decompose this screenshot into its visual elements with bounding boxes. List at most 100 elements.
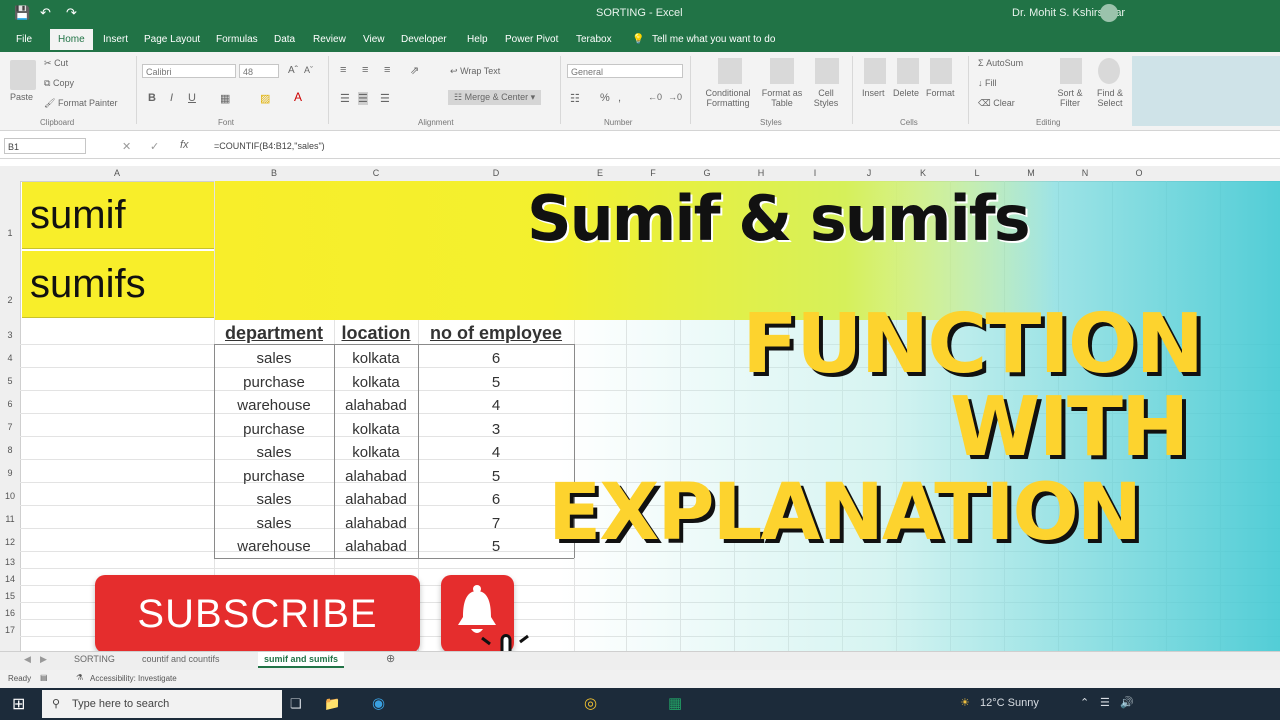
edge-icon[interactable]: ◉ — [372, 694, 385, 712]
tab-developer[interactable]: Developer — [401, 34, 447, 45]
row-header[interactable]: 10 — [0, 491, 20, 501]
merge-center-button[interactable]: ☷ Merge & Center ▾ — [448, 90, 542, 105]
function-icon[interactable]: fx — [180, 139, 189, 151]
row-header[interactable]: 7 — [0, 422, 20, 432]
format-as-table-icon[interactable] — [770, 58, 794, 84]
add-sheet-icon[interactable]: ⊕ — [386, 652, 395, 665]
tab-file[interactable]: File — [16, 34, 32, 45]
align-right-icon[interactable]: ☰ — [380, 92, 390, 105]
row-header[interactable]: 5 — [0, 376, 20, 386]
format-painter-button[interactable]: 🖌 Format Painter — [44, 98, 117, 109]
excel-icon[interactable]: ▦ — [668, 694, 682, 712]
borders-icon[interactable]: ▦ — [220, 92, 230, 105]
table-cell[interactable]: warehouse — [214, 394, 334, 417]
delete-cells-button[interactable]: Delete — [893, 88, 919, 98]
prev-sheet-icon[interactable]: ◀ — [24, 654, 31, 665]
table-header[interactable]: no of employee — [418, 321, 574, 345]
subscribe-button[interactable]: SUBSCRIBE — [95, 575, 420, 653]
save-icon[interactable]: 💾 — [14, 5, 30, 21]
align-bottom-icon[interactable]: ≡ — [384, 64, 390, 76]
row-header[interactable]: 2 — [0, 295, 20, 305]
fill-color-icon[interactable]: ▨ — [260, 92, 270, 105]
number-format-select[interactable]: General — [567, 64, 683, 78]
table-cell[interactable]: sales — [214, 488, 334, 511]
find-select-button[interactable]: Find & Select — [1090, 88, 1130, 108]
insert-cells-button[interactable]: Insert — [862, 88, 885, 98]
row-header[interactable]: 3 — [0, 330, 20, 340]
table-cell[interactable]: alahabad — [334, 488, 418, 511]
file-explorer-icon[interactable]: 📁 — [324, 696, 340, 712]
autosum-button[interactable]: Σ AutoSum — [978, 58, 1023, 68]
decrease-font-icon[interactable]: Aˇ — [304, 65, 313, 75]
column-header[interactable]: B — [214, 168, 334, 178]
add-ins-panel[interactable] — [1132, 56, 1280, 126]
tray-up-icon[interactable]: ⌃ — [1080, 696, 1089, 709]
table-cell[interactable]: kolkata — [334, 347, 418, 370]
enter-icon[interactable]: ✓ — [150, 140, 159, 153]
formula-input[interactable]: =COUNTIF(B4:B12,"sales") — [214, 141, 325, 151]
sheet-tab-sumif[interactable]: sumif and sumifs — [258, 652, 345, 668]
macro-icon[interactable]: ▤ — [40, 673, 48, 682]
tab-power-pivot[interactable]: Power Pivot — [505, 34, 558, 45]
tab-review[interactable]: Review — [313, 34, 346, 45]
increase-font-icon[interactable]: Aˆ — [288, 65, 298, 76]
column-header[interactable]: M — [1004, 168, 1058, 178]
bold-button[interactable]: B — [148, 92, 156, 104]
windows-start-icon[interactable]: ⊞ — [12, 694, 25, 714]
row-header[interactable]: 11 — [0, 514, 20, 524]
format-cells-icon[interactable] — [930, 58, 952, 84]
table-cell[interactable]: kolkata — [334, 371, 418, 394]
font-color-icon[interactable]: A — [294, 90, 302, 104]
row-header[interactable]: 9 — [0, 468, 20, 478]
find-select-icon[interactable] — [1098, 58, 1120, 84]
row-header[interactable]: 13 — [0, 557, 20, 567]
row-header[interactable]: 14 — [0, 574, 20, 584]
conditional-formatting-button[interactable]: Conditional Formatting — [698, 88, 758, 108]
cell-a1[interactable]: sumif — [22, 182, 214, 249]
column-header[interactable]: G — [680, 168, 734, 178]
column-header[interactable]: D — [418, 168, 574, 178]
table-cell[interactable]: sales — [214, 512, 334, 535]
tab-home[interactable]: Home — [50, 29, 93, 50]
cell-a2[interactable]: sumifs — [22, 251, 214, 318]
cancel-icon[interactable]: ✕ — [122, 140, 131, 153]
align-top-icon[interactable]: ≡ — [340, 64, 346, 76]
column-header[interactable]: L — [950, 168, 1004, 178]
font-name-select[interactable]: Calibri — [142, 64, 236, 78]
table-cell[interactable]: kolkata — [334, 441, 418, 464]
cell-styles-button[interactable]: Cell Styles — [806, 88, 846, 108]
table-cell[interactable]: alahabad — [334, 535, 418, 558]
tell-me-search[interactable]: Tell me what you want to do — [652, 34, 775, 45]
column-header[interactable]: I — [788, 168, 842, 178]
table-cell[interactable]: purchase — [214, 371, 334, 394]
tab-formulas[interactable]: Formulas — [216, 34, 258, 45]
comma-icon[interactable]: , — [618, 92, 621, 104]
next-sheet-icon[interactable]: ▶ — [40, 654, 47, 665]
increase-decimal-icon[interactable]: ←0 — [648, 92, 662, 102]
table-cell[interactable]: 4 — [418, 441, 574, 464]
redo-icon[interactable]: ↷ — [66, 5, 77, 21]
insert-cells-icon[interactable] — [864, 58, 886, 84]
table-cell[interactable]: alahabad — [334, 465, 418, 488]
weather-status[interactable]: 12°C Sunny — [980, 697, 1039, 709]
format-cells-button[interactable]: Format — [926, 88, 955, 98]
paste-button[interactable]: Paste — [10, 92, 33, 102]
sort-filter-icon[interactable] — [1060, 58, 1082, 84]
delete-cells-icon[interactable] — [897, 58, 919, 84]
column-header[interactable]: H — [734, 168, 788, 178]
percent-icon[interactable]: % — [600, 92, 610, 104]
row-header[interactable]: 8 — [0, 445, 20, 455]
clear-button[interactable]: ⌫ Clear — [978, 98, 1015, 109]
column-header[interactable]: C — [334, 168, 418, 178]
underline-button[interactable]: U — [188, 92, 196, 104]
table-cell[interactable]: alahabad — [334, 512, 418, 535]
sheet-tab-countif[interactable]: countif and countifs — [142, 654, 220, 664]
conditional-formatting-icon[interactable] — [718, 58, 742, 84]
avatar[interactable] — [1100, 4, 1118, 22]
sheet-tab-sorting[interactable]: SORTING — [74, 654, 115, 664]
tab-data[interactable]: Data — [274, 34, 295, 45]
align-middle-icon[interactable]: ≡ — [362, 64, 368, 76]
row-header[interactable]: 1 — [0, 228, 20, 238]
italic-button[interactable]: I — [170, 92, 173, 104]
table-cell[interactable]: alahabad — [334, 394, 418, 417]
